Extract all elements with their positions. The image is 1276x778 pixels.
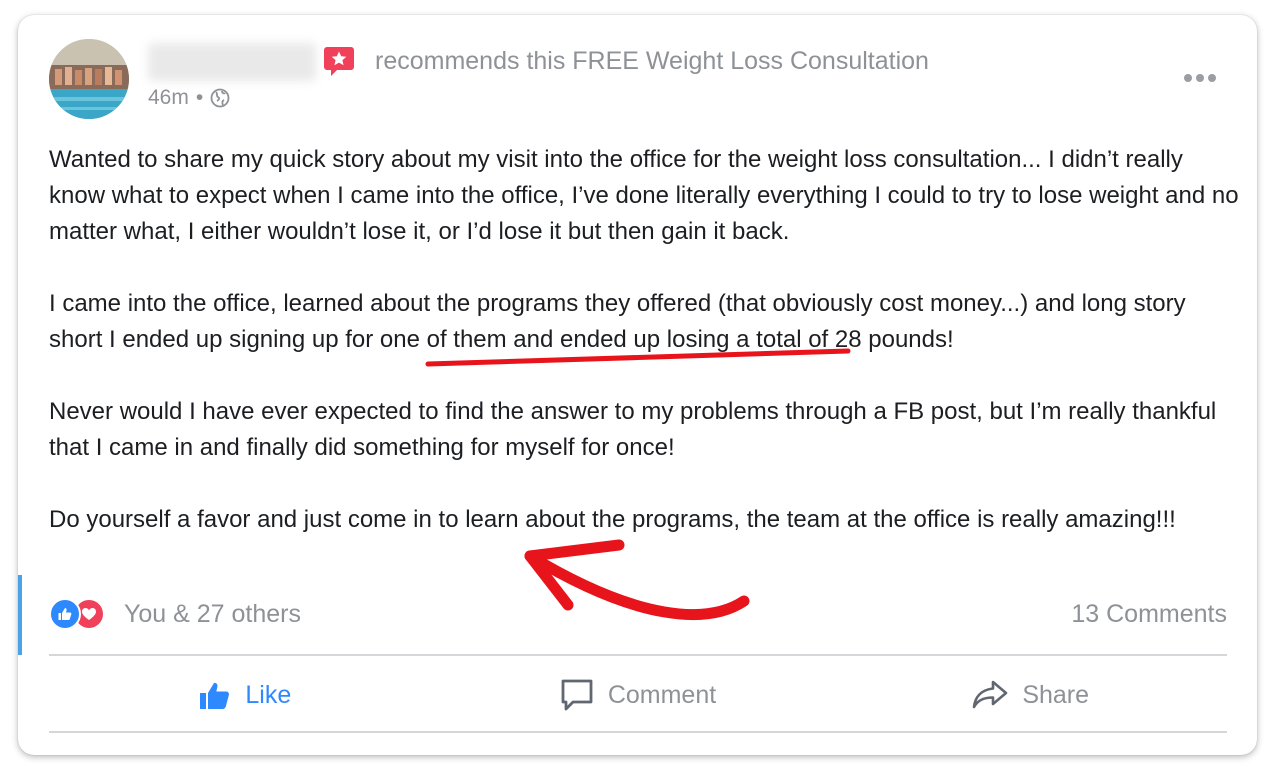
accent-bar (18, 575, 22, 655)
share-arrow-icon (973, 680, 1008, 709)
divider-bottom (49, 731, 1227, 733)
like-reaction-icon (49, 598, 81, 630)
like-button[interactable]: Like (49, 665, 442, 725)
author-name-blurred[interactable] (148, 43, 316, 81)
share-button[interactable]: Share (834, 665, 1227, 725)
more-dot (1196, 74, 1204, 82)
share-label: Share (1022, 680, 1090, 709)
post-body: Wanted to share my quick story about my … (49, 142, 1239, 574)
divider-top (49, 654, 1227, 656)
action-bar: Like Comment Share (49, 665, 1227, 725)
avatar-photo (49, 39, 129, 119)
comment-label: Comment (607, 680, 717, 709)
more-dot (1208, 74, 1216, 82)
like-label: Like (245, 680, 292, 709)
more-dot (1184, 74, 1192, 82)
comments-count[interactable]: 13 Comments (1071, 598, 1227, 630)
heart-icon (82, 608, 96, 620)
post-paragraph-2: I came into the office, learned about th… (49, 290, 1186, 353)
recommend-badge-icon (324, 47, 354, 76)
more-options-icon[interactable] (1184, 71, 1218, 85)
author-avatar[interactable] (49, 39, 129, 119)
post-paragraph-4: Do yourself a favor and just come in to … (49, 506, 1176, 533)
reactions-count: You & 27 others (124, 600, 301, 628)
post-paragraph-3: Never would I have ever expected to find… (49, 398, 1217, 461)
post-paragraph-1: Wanted to share my quick story about my … (49, 146, 1239, 245)
meta-separator: • (195, 86, 204, 109)
post-card: recommends this FREE Weight Loss Consult… (18, 15, 1257, 755)
thumbs-up-icon (58, 608, 72, 620)
comment-button[interactable]: Comment (442, 665, 835, 725)
globe-icon (210, 88, 230, 108)
thumbs-up-icon (200, 682, 230, 709)
post-timestamp[interactable]: 46m (148, 85, 189, 111)
post-meta: 46m • (148, 85, 230, 111)
comment-icon (561, 679, 593, 711)
reactions-summary[interactable]: You & 27 others (49, 598, 301, 630)
recommendation-text: recommends this FREE Weight Loss Consult… (375, 47, 929, 75)
